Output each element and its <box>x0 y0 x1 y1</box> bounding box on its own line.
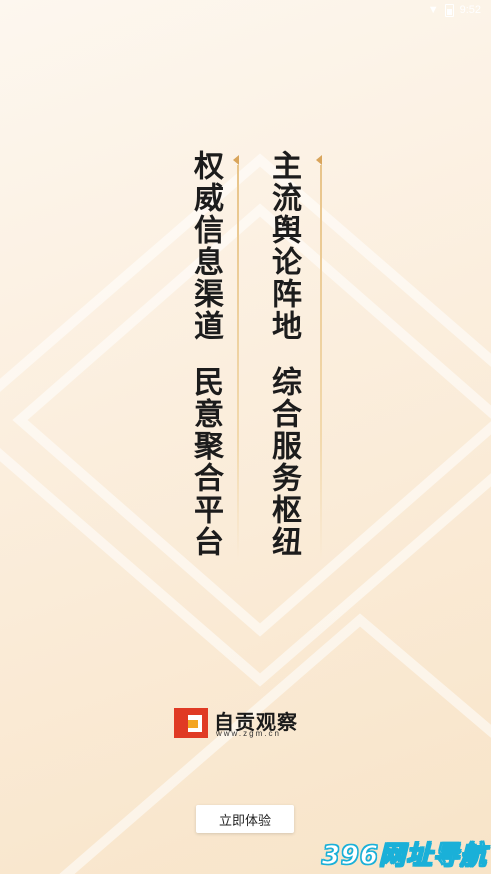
logo-mark-icon <box>174 708 208 738</box>
slogan-left-column: 权威信息渠道民意聚合平台 <box>188 150 223 558</box>
slogan-public-platform: 民意聚合平台 <box>188 366 223 558</box>
status-time: 9:52 <box>459 4 481 16</box>
brand-logo: 自贡观察 www.zgm.cn <box>174 706 319 742</box>
watermark: 396网址导航 <box>321 841 487 872</box>
slogan-info-channel: 权威信息渠道 <box>188 150 223 342</box>
try-now-button[interactable]: 立即体验 <box>196 805 294 833</box>
background-decoration <box>0 153 491 874</box>
wifi-icon: ▼ <box>427 3 439 16</box>
battery-icon <box>444 3 454 17</box>
brand-url: www.zgm.cn <box>216 729 281 738</box>
rule-tip-right <box>316 155 322 165</box>
slogan-service-hub: 综合服务枢纽 <box>266 366 301 558</box>
divider-line-left <box>237 165 239 560</box>
slogan-main-opinion: 主流舆论阵地 <box>266 150 301 342</box>
slogan-right-column: 主流舆论阵地综合服务枢纽 <box>266 150 301 558</box>
divider-line-right <box>320 165 322 560</box>
status-bar: ▼ 9:52 <box>0 0 491 20</box>
rule-tip-left <box>233 155 239 165</box>
